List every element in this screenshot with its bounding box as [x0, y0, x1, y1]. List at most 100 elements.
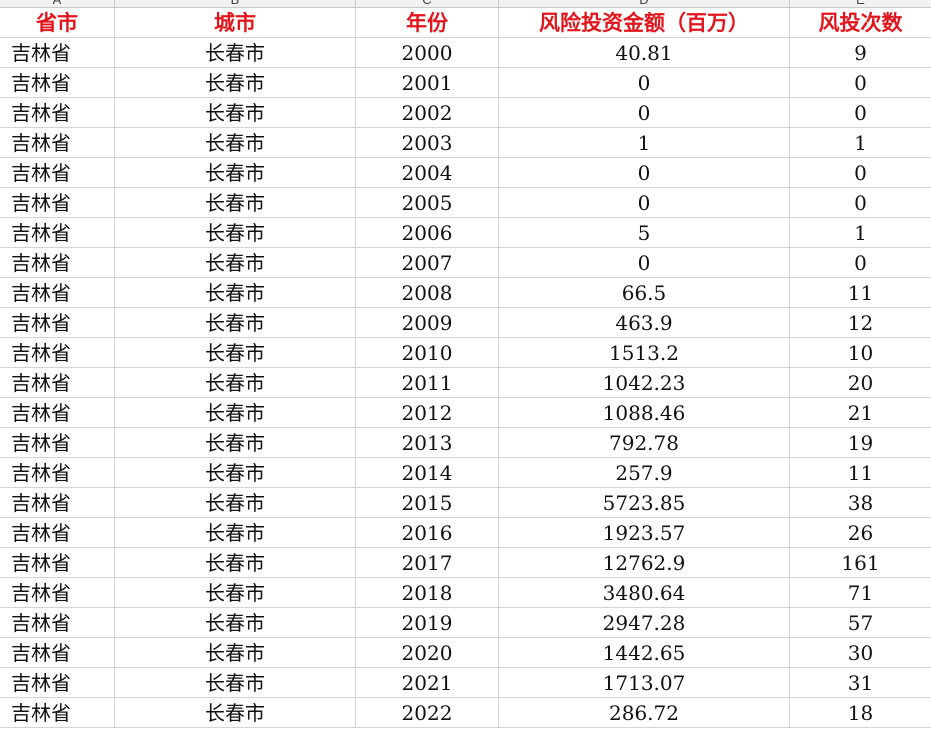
cell-vc-count[interactable]: 19: [790, 428, 931, 458]
cell-vc-amount[interactable]: 40.81: [499, 38, 790, 68]
cell-vc-count[interactable]: 11: [790, 278, 931, 308]
cell-vc-amount[interactable]: 66.5: [499, 278, 790, 308]
cell-city[interactable]: 长春市: [115, 188, 356, 218]
cell-province[interactable]: 吉林省: [0, 128, 115, 158]
cell-vc-amount[interactable]: 0: [499, 98, 790, 128]
cell-vc-amount[interactable]: 0: [499, 158, 790, 188]
cell-city[interactable]: 长春市: [115, 278, 356, 308]
cell-province[interactable]: 吉林省: [0, 98, 115, 128]
cell-province[interactable]: 吉林省: [0, 668, 115, 698]
cell-year[interactable]: 2014: [356, 458, 499, 488]
cell-province[interactable]: 吉林省: [0, 68, 115, 98]
cell-vc-amount[interactable]: 1088.46: [499, 398, 790, 428]
cell-year[interactable]: 2001: [356, 68, 499, 98]
column-letter-b[interactable]: B: [115, 0, 356, 8]
cell-vc-count[interactable]: 31: [790, 668, 931, 698]
cell-year[interactable]: 2002: [356, 98, 499, 128]
column-letter-d[interactable]: D: [499, 0, 790, 8]
cell-city[interactable]: 长春市: [115, 608, 356, 638]
cell-city[interactable]: 长春市: [115, 308, 356, 338]
cell-vc-amount[interactable]: 3480.64: [499, 578, 790, 608]
cell-vc-amount[interactable]: 1923.57: [499, 518, 790, 548]
cell-vc-amount[interactable]: 1713.07: [499, 668, 790, 698]
cell-city[interactable]: 长春市: [115, 218, 356, 248]
cell-province[interactable]: 吉林省: [0, 338, 115, 368]
cell-vc-amount[interactable]: 463.9: [499, 308, 790, 338]
cell-vc-count[interactable]: 0: [790, 68, 931, 98]
cell-province[interactable]: 吉林省: [0, 278, 115, 308]
cell-vc-count[interactable]: 11: [790, 458, 931, 488]
cell-year[interactable]: 2016: [356, 518, 499, 548]
cell-year[interactable]: 2005: [356, 188, 499, 218]
cell-vc-count[interactable]: 1: [790, 128, 931, 158]
cell-vc-amount[interactable]: 0: [499, 68, 790, 98]
cell-vc-count[interactable]: 12: [790, 308, 931, 338]
cell-year[interactable]: 2012: [356, 398, 499, 428]
cell-year[interactable]: 2010: [356, 338, 499, 368]
cell-city[interactable]: 长春市: [115, 668, 356, 698]
cell-year[interactable]: 2020: [356, 638, 499, 668]
cell-vc-count[interactable]: 38: [790, 488, 931, 518]
cell-city[interactable]: 长春市: [115, 38, 356, 68]
cell-vc-amount[interactable]: 792.78: [499, 428, 790, 458]
cell-vc-amount[interactable]: 2947.28: [499, 608, 790, 638]
cell-year[interactable]: 2000: [356, 38, 499, 68]
header-cell-vc-amount[interactable]: 风险投资金额（百万）: [499, 8, 790, 38]
cell-city[interactable]: 长春市: [115, 638, 356, 668]
cell-province[interactable]: 吉林省: [0, 548, 115, 578]
cell-city[interactable]: 长春市: [115, 428, 356, 458]
cell-year[interactable]: 2006: [356, 218, 499, 248]
cell-vc-count[interactable]: 30: [790, 638, 931, 668]
cell-vc-amount[interactable]: 286.72: [499, 698, 790, 728]
cell-vc-amount[interactable]: 1513.2: [499, 338, 790, 368]
cell-year[interactable]: 2013: [356, 428, 499, 458]
cell-vc-count[interactable]: 9: [790, 38, 931, 68]
cell-city[interactable]: 长春市: [115, 458, 356, 488]
column-letter-e[interactable]: E: [790, 0, 931, 8]
cell-vc-amount[interactable]: 1042.23: [499, 368, 790, 398]
cell-vc-amount[interactable]: 0: [499, 188, 790, 218]
cell-city[interactable]: 长春市: [115, 488, 356, 518]
cell-city[interactable]: 长春市: [115, 518, 356, 548]
cell-province[interactable]: 吉林省: [0, 578, 115, 608]
cell-province[interactable]: 吉林省: [0, 188, 115, 218]
cell-vc-count[interactable]: 0: [790, 188, 931, 218]
cell-vc-amount[interactable]: 0: [499, 248, 790, 278]
column-letter-a[interactable]: A: [0, 0, 115, 8]
cell-province[interactable]: 吉林省: [0, 458, 115, 488]
cell-province[interactable]: 吉林省: [0, 638, 115, 668]
column-letter-c[interactable]: C: [356, 0, 499, 8]
cell-province[interactable]: 吉林省: [0, 368, 115, 398]
cell-province[interactable]: 吉林省: [0, 308, 115, 338]
cell-province[interactable]: 吉林省: [0, 518, 115, 548]
cell-year[interactable]: 2018: [356, 578, 499, 608]
cell-city[interactable]: 长春市: [115, 338, 356, 368]
cell-vc-amount[interactable]: 5: [499, 218, 790, 248]
cell-vc-count[interactable]: 21: [790, 398, 931, 428]
cell-city[interactable]: 长春市: [115, 548, 356, 578]
cell-vc-amount[interactable]: 12762.9: [499, 548, 790, 578]
cell-year[interactable]: 2008: [356, 278, 499, 308]
cell-city[interactable]: 长春市: [115, 98, 356, 128]
cell-vc-count[interactable]: 1: [790, 218, 931, 248]
cell-city[interactable]: 长春市: [115, 368, 356, 398]
cell-year[interactable]: 2007: [356, 248, 499, 278]
cell-province[interactable]: 吉林省: [0, 698, 115, 728]
cell-city[interactable]: 长春市: [115, 248, 356, 278]
cell-province[interactable]: 吉林省: [0, 218, 115, 248]
cell-vc-count[interactable]: 10: [790, 338, 931, 368]
cell-city[interactable]: 长春市: [115, 158, 356, 188]
cell-vc-amount[interactable]: 1442.65: [499, 638, 790, 668]
cell-vc-count[interactable]: 0: [790, 98, 931, 128]
cell-province[interactable]: 吉林省: [0, 248, 115, 278]
cell-province[interactable]: 吉林省: [0, 488, 115, 518]
header-cell-vc-count[interactable]: 风投次数: [790, 8, 931, 38]
cell-vc-count[interactable]: 18: [790, 698, 931, 728]
cell-year[interactable]: 2021: [356, 668, 499, 698]
header-cell-province[interactable]: 省市: [0, 8, 115, 38]
cell-city[interactable]: 长春市: [115, 398, 356, 428]
cell-year[interactable]: 2019: [356, 608, 499, 638]
cell-vc-count[interactable]: 0: [790, 158, 931, 188]
cell-vc-count[interactable]: 20: [790, 368, 931, 398]
cell-province[interactable]: 吉林省: [0, 428, 115, 458]
